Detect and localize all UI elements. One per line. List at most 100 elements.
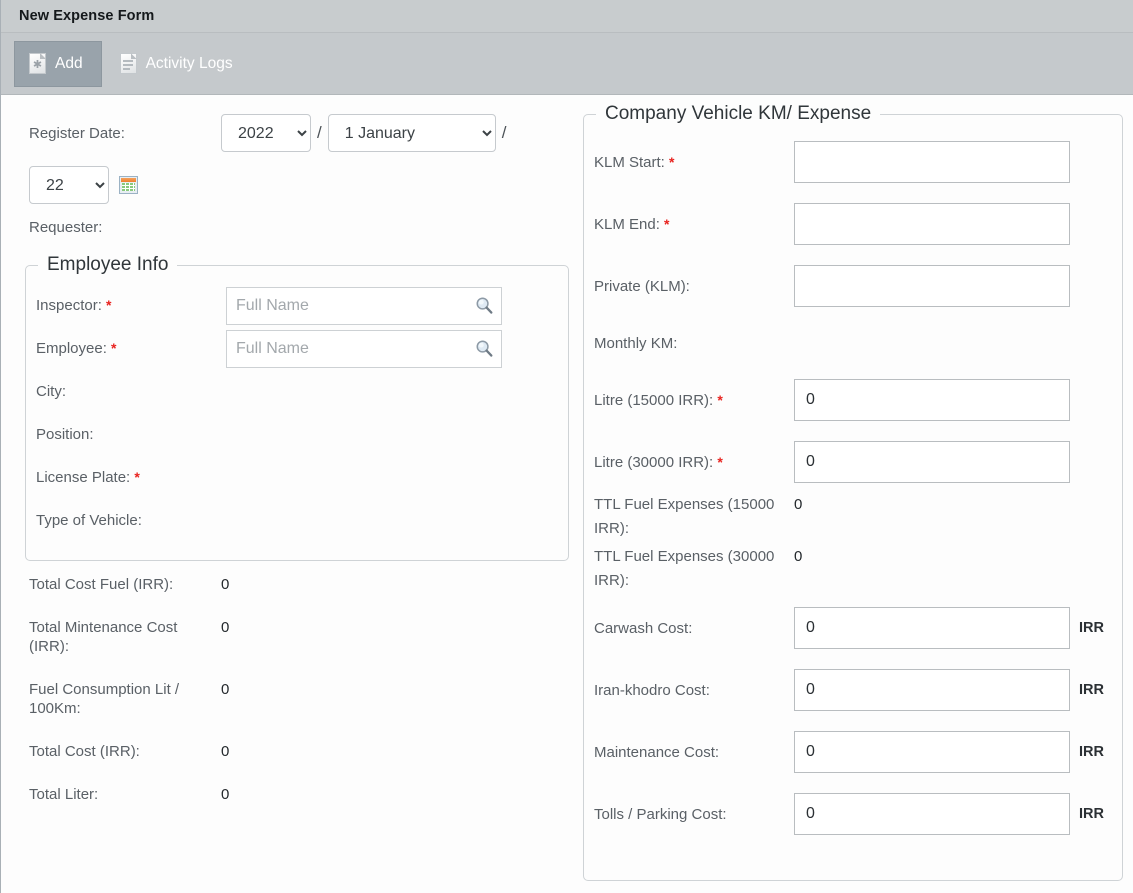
maintenance-cost-label: Maintenance Cost: [594,743,720,761]
klm-end-row: KLM End: * [584,193,1122,255]
iran-khodro-cost-label: Iran-khodro Cost: [594,681,710,699]
position-label: Position: [36,426,94,443]
requester-label: Requester: [29,219,103,236]
employee-search-wrap [226,329,502,368]
license-plate-label: License Plate: * [36,469,140,486]
employee-info-legend: Employee Info [47,254,169,275]
litre-15000-required-mark: * [717,391,723,408]
klm-end-input[interactable] [794,203,1070,245]
litre-30000-input[interactable] [794,441,1070,483]
carwash-cost-input[interactable] [794,607,1070,649]
total-cost-fuel-row: Total Cost Fuel (IRR): 0 [29,575,583,594]
employee-info-fieldset: Employee Info Inspector: * Full Name Emp… [25,254,569,561]
total-maintenance-cost-label: Total Mintenance Cost (IRR): [29,619,178,655]
expense-form-window: New Expense Form ✱ Add Activity Logs Reg… [0,0,1133,893]
carwash-cost-label: Carwash Cost: [594,619,693,637]
inspector-input[interactable] [226,286,502,325]
register-date-year-select[interactable]: 2022 [221,114,311,152]
ttl-fuel-30000-label: TTL Fuel Expenses (30000 IRR): [594,548,775,589]
new-document-icon: ✱ [29,53,46,74]
calendar-icon[interactable] [119,176,138,194]
license-plate-row: License Plate: * [26,456,568,499]
private-klm-input[interactable] [794,265,1070,307]
klm-end-required-mark: * [664,215,670,232]
register-date-day-select[interactable]: 22 [29,166,109,204]
maintenance-cost-row: Maintenance Cost: IRR [584,721,1122,783]
ttl-fuel-30000-value: 0 [794,548,803,565]
klm-start-input[interactable] [794,141,1070,183]
klm-start-required-mark: * [669,153,675,170]
private-klm-label: Private (KLM): [594,277,690,295]
inspector-search-wrap [226,286,502,325]
litre-15000-input[interactable] [794,379,1070,421]
date-separator-2: / [501,123,507,142]
tab-add-label: Add [55,54,83,72]
type-of-vehicle-row: Type of Vehicle: [26,499,568,542]
tab-bar: ✱ Add Activity Logs [1,33,1133,95]
tolls-parking-cost-unit: IRR [1079,806,1104,822]
position-row: Position: [26,413,568,456]
fuel-consumption-label: Fuel Consumption Lit / 100Km: [29,681,180,717]
totals-group: Total Cost Fuel (IRR): 0 Total Mintenanc… [1,561,583,804]
left-column: Register Date: 2022 / 1 January / 22 Req… [1,95,583,892]
monthly-km-label: Monthly KM: [594,334,678,352]
carwash-cost-row: Carwash Cost: IRR [584,597,1122,659]
license-plate-required-mark: * [134,469,140,485]
document-icon [119,53,137,74]
type-of-vehicle-label: Type of Vehicle: [36,512,142,529]
fuel-consumption-row: Fuel Consumption Lit / 100Km: 0 [29,680,583,718]
ttl-fuel-15000-label: TTL Fuel Expenses (15000 IRR): [594,496,775,537]
window-titlebar: New Expense Form [1,0,1133,33]
total-liter-value: 0 [221,786,230,803]
total-cost-value: 0 [221,743,230,760]
ttl-fuel-15000-value: 0 [794,496,803,513]
ttl-fuel-15000-row: TTL Fuel Expenses (15000 IRR): 0 [584,493,1122,545]
inspector-required-mark: * [106,297,112,313]
employee-row: Employee: * [26,327,568,370]
requester-row: Requester: [1,204,583,246]
right-column: Company Vehicle KM/ Expense KLM Start: *… [583,95,1133,892]
litre-15000-label: Litre (15000 IRR): * [594,391,723,409]
inspector-row: Inspector: * [26,284,568,327]
register-date-group: Register Date: 2022 / 1 January / 22 [1,95,583,204]
tolls-parking-cost-row: Tolls / Parking Cost: IRR [584,783,1122,845]
maintenance-cost-input[interactable] [794,731,1070,773]
klm-start-label: KLM Start: * [594,153,675,171]
form-content: Register Date: 2022 / 1 January / 22 Req… [1,95,1133,892]
iran-khodro-cost-unit: IRR [1079,682,1104,698]
city-row: City: [26,370,568,413]
klm-start-row: KLM Start: * [584,131,1122,193]
litre-30000-required-mark: * [717,453,723,470]
city-label: City: [36,383,66,400]
ttl-fuel-30000-row: TTL Fuel Expenses (30000 IRR): 0 [584,545,1122,597]
total-liter-row: Total Liter: 0 [29,785,583,804]
maintenance-cost-unit: IRR [1079,744,1104,760]
register-date-month-select[interactable]: 1 January [327,114,496,152]
tab-activity-logs-label: Activity Logs [145,54,233,72]
litre-30000-row: Litre (30000 IRR): * [584,431,1122,493]
klm-end-label: KLM End: * [594,215,670,233]
total-cost-label: Total Cost (IRR): [29,743,140,760]
inspector-label: Inspector: * [36,297,112,314]
employee-input[interactable] [226,329,502,368]
tab-activity-logs[interactable]: Activity Logs [106,41,251,87]
company-vehicle-legend: Company Vehicle KM/ Expense [605,103,872,124]
company-vehicle-fieldset: Company Vehicle KM/ Expense KLM Start: *… [583,103,1123,881]
total-cost-row: Total Cost (IRR): 0 [29,742,583,761]
total-maintenance-cost-value: 0 [221,619,230,636]
iran-khodro-cost-row: Iran-khodro Cost: IRR [584,659,1122,721]
iran-khodro-cost-input[interactable] [794,669,1070,711]
date-separator-1: / [317,123,322,142]
tab-add[interactable]: ✱ Add [14,40,102,87]
fuel-consumption-value: 0 [221,681,230,698]
litre-15000-row: Litre (15000 IRR): * [584,369,1122,431]
employee-required-mark: * [111,340,117,356]
tolls-parking-cost-input[interactable] [794,793,1070,835]
total-liter-label: Total Liter: [29,786,99,803]
private-klm-row: Private (KLM): [584,255,1122,317]
total-cost-fuel-value: 0 [221,576,230,593]
monthly-km-row: Monthly KM: [584,317,1122,369]
litre-30000-label: Litre (30000 IRR): * [594,453,723,471]
total-maintenance-cost-row: Total Mintenance Cost (IRR): 0 [29,618,583,656]
employee-label: Employee: * [36,340,117,357]
